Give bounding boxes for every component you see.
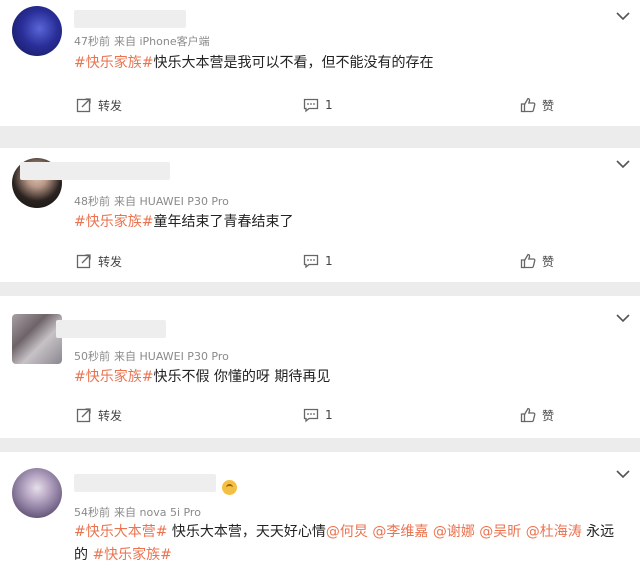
comment-text: #快乐家族#快乐大本营是我可以不看，但不能没有的存在 [74,53,433,73]
chevron-down-icon[interactable] [615,312,631,324]
hashtag-link[interactable]: #快乐家族# [74,55,153,71]
comment-icon [303,408,319,423]
comment-button[interactable]: 1 [303,249,333,273]
comment-text-line-1: #快乐大本营# 快乐大本营，天天好心情@何炅 @李维嘉 @谢娜 @吴昕 @杜海涛… [74,522,614,542]
like-label: 赞 [542,98,555,113]
comment-card: 48秒前 来自 HUAWEI P30 Pro #快乐家族#童年结束了青春结束了 转… [0,148,640,282]
thumbs-up-icon [520,97,536,113]
comment-card: 47秒前 来自 iPhone客户端 #快乐家族#快乐大本营是我可以不看，但不能没有… [0,0,640,126]
comment-time: 48秒前 [74,195,110,208]
comment-text-line-2: 的 #快乐家族# [74,545,172,565]
hashtag-link[interactable]: #快乐家族# [74,369,153,385]
comment-source: 来自 HUAWEI P30 Pro [114,350,229,363]
comment-time: 47秒前 [74,35,110,48]
chevron-down-icon[interactable] [615,468,631,480]
mention-link[interactable]: @何炅 [326,524,368,540]
comment-body-text: 的 [74,547,93,563]
comment-source: 来自 iPhone客户端 [114,35,210,48]
action-bar: 转发 1 赞 [0,93,640,117]
comment-meta: 48秒前 来自 HUAWEI P30 Pro [74,193,229,209]
avatar[interactable] [12,314,62,364]
chevron-down-icon[interactable] [615,158,631,170]
comment-count: 1 [325,254,333,268]
mention-link[interactable]: @谢娜 [433,524,475,540]
hashtag-link[interactable]: #快乐大本营# [74,524,167,540]
thumbs-up-icon [520,253,536,269]
comment-card: 54秒前 来自 nova 5i Pro #快乐大本营# 快乐大本营，天天好心情@何… [0,452,640,573]
like-button[interactable]: 赞 [520,249,554,273]
repost-button[interactable]: 转发 [76,93,122,117]
repost-button[interactable]: 转发 [76,249,122,273]
like-label: 赞 [542,408,555,423]
comment-icon [303,98,319,113]
like-button[interactable]: 赞 [520,403,554,427]
comment-meta: 50秒前 来自 HUAWEI P30 Pro [74,348,229,364]
repost-icon [76,408,91,423]
comment-body-text: 永远 [581,524,615,540]
mention-link[interactable]: @吴昕 [479,524,521,540]
mention-link[interactable]: @李维嘉 [372,524,428,540]
like-label: 赞 [542,254,555,269]
mention-link[interactable]: @杜海涛 [526,524,582,540]
comment-source: 来自 nova 5i Pro [114,506,201,519]
repost-icon [76,254,91,269]
action-bar: 转发 1 赞 [0,249,640,273]
username-redacted[interactable] [56,320,166,338]
comment-body-text: 快乐大本营，天天好心情 [167,524,326,540]
comment-body-text: 快乐不假 你懂的呀 期待再见 [153,369,331,385]
repost-label: 转发 [98,98,123,113]
avatar[interactable] [12,6,62,56]
comment-card: 50秒前 来自 HUAWEI P30 Pro #快乐家族#快乐不假 你懂的呀 期待… [0,296,640,438]
repost-button[interactable]: 转发 [76,403,122,427]
comment-count: 1 [325,98,333,112]
repost-icon [76,98,91,113]
comment-text: #快乐家族#童年结束了青春结束了 [74,212,293,232]
emoji-badge-icon [222,480,237,495]
comment-body-text: 快乐大本营是我可以不看，但不能没有的存在 [153,55,434,71]
comment-source: 来自 HUAWEI P30 Pro [114,195,229,208]
hashtag-link[interactable]: #快乐家族# [74,214,153,230]
username-redacted[interactable] [20,162,170,180]
like-button[interactable]: 赞 [520,93,554,117]
comment-count: 1 [325,408,333,422]
comment-button[interactable]: 1 [303,93,333,117]
comment-text: #快乐家族#快乐不假 你懂的呀 期待再见 [74,367,330,387]
username-redacted[interactable] [74,474,216,492]
comment-meta: 54秒前 来自 nova 5i Pro [74,504,201,520]
comment-button[interactable]: 1 [303,403,333,427]
username-redacted[interactable] [74,10,186,28]
repost-label: 转发 [98,408,123,423]
avatar[interactable] [12,468,62,518]
hashtag-link[interactable]: #快乐家族# [92,547,171,563]
action-bar: 转发 1 赞 [0,403,640,427]
chevron-down-icon[interactable] [615,10,631,22]
comment-body-text: 童年结束了青春结束了 [153,214,294,230]
comment-icon [303,254,319,269]
thumbs-up-icon [520,407,536,423]
comment-time: 54秒前 [74,506,110,519]
comment-time: 50秒前 [74,350,110,363]
repost-label: 转发 [98,254,123,269]
comment-meta: 47秒前 来自 iPhone客户端 [74,33,210,49]
